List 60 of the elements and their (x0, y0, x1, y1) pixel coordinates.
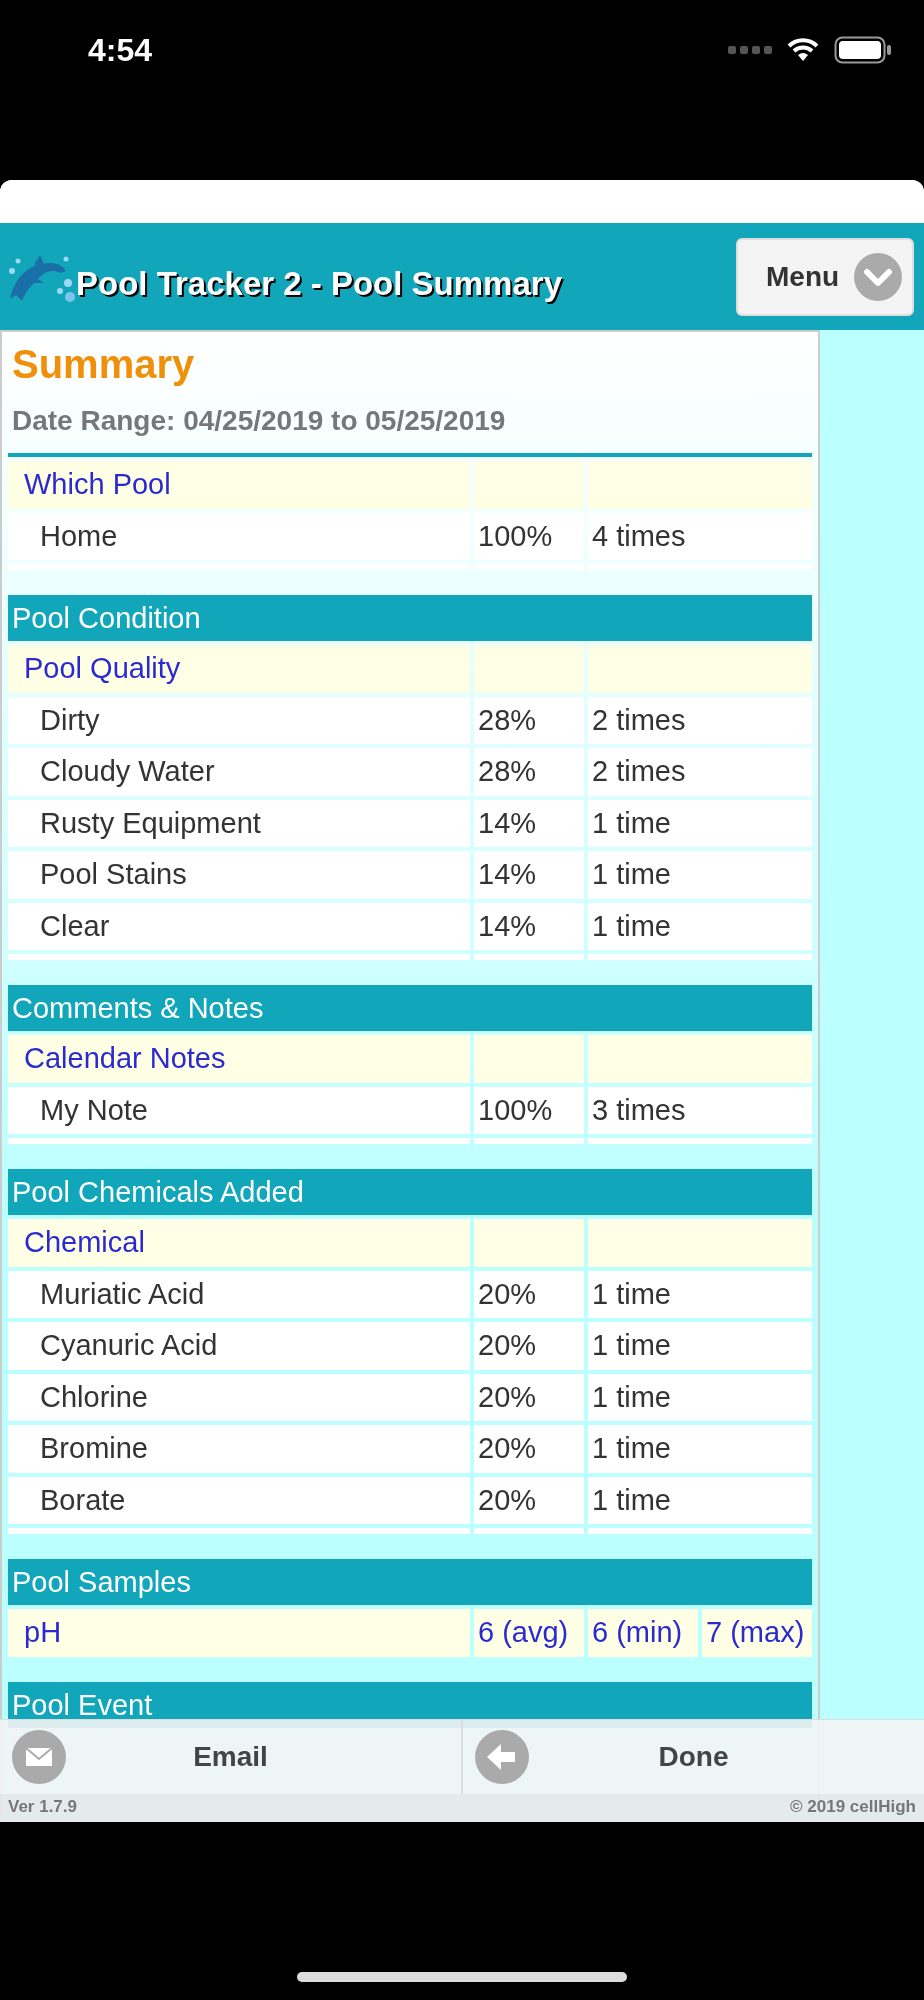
table-cell: Cloudy Water (8, 748, 470, 796)
copyright-text: © 2019 cellHigh (790, 1797, 916, 1818)
table-cell: Cyanuric Acid (8, 1322, 470, 1370)
table-cell: Muriatic Acid (8, 1270, 470, 1318)
summary-title: Summary (11, 342, 196, 387)
table-cell: 1 time (588, 1270, 812, 1318)
table-cell: 14% (474, 902, 584, 950)
date-range: Date Range: 04/25/2019 to 05/25/2019 (11, 404, 507, 438)
section-heading: Pool Samples (8, 1559, 812, 1605)
group-label: pH (8, 1609, 470, 1657)
table-cell: 3 times (588, 1086, 812, 1134)
section-heading: Comments & Notes (8, 985, 812, 1031)
table-cell: 20% (474, 1425, 584, 1473)
group-label: Which Pool (8, 461, 470, 509)
table-cell: 6 (avg) (474, 1609, 584, 1657)
table-cell: 28% (474, 748, 584, 796)
section-heading: Pool Chemicals Added (8, 1169, 812, 1215)
table-cell: 100% (474, 512, 584, 560)
table-cell: 20% (474, 1322, 584, 1370)
signal-icon (728, 45, 772, 55)
table-cell: 1 time (588, 851, 812, 899)
table-cell: Dirty (8, 696, 470, 744)
group-label: Calendar Notes (8, 1035, 470, 1083)
table-cell: 1 time (588, 902, 812, 950)
table-cell: Clear (8, 902, 470, 950)
table-cell: 1 time (588, 1476, 812, 1524)
table-cell: 1 time (588, 1373, 812, 1421)
table-cell: Home (8, 512, 470, 560)
table-cell: Bromine (8, 1425, 470, 1473)
table-cell: 20% (474, 1270, 584, 1318)
table-cell: 28% (474, 696, 584, 744)
table-cell: 1 time (588, 799, 812, 847)
table-cell: 14% (474, 799, 584, 847)
envelope-icon (12, 1730, 66, 1784)
chevron-down-icon (854, 252, 902, 301)
table-cell: 2 times (588, 748, 812, 796)
group-label: Pool Quality (8, 645, 470, 693)
table-cell: My Note (8, 1086, 470, 1134)
table-cell: Chlorine (8, 1373, 470, 1421)
page-title: Pool Tracker 2 - Pool Summary (76, 264, 563, 303)
table-cell: 100% (474, 1086, 584, 1134)
table-cell: 20% (474, 1476, 584, 1524)
table-cell: 14% (474, 851, 584, 899)
table-cell: 1 time (588, 1425, 812, 1473)
section-heading: Pool Condition (8, 595, 812, 641)
table-cell: 6 (min) (588, 1609, 698, 1657)
table-cell: Borate (8, 1476, 470, 1524)
table-cell: 7 (max) (702, 1609, 812, 1657)
table-cell: 2 times (588, 696, 812, 744)
version-text: Ver 1.7.9 (8, 1797, 77, 1818)
status-time: 4:54 (88, 31, 153, 69)
table-cell: 4 times (588, 512, 812, 560)
table-cell: Rusty Equipment (8, 799, 470, 847)
battery-icon (834, 36, 892, 64)
table-cell: 20% (474, 1373, 584, 1421)
wifi-icon (786, 37, 820, 63)
group-label: Chemical (8, 1219, 470, 1267)
table-cell: 1 time (588, 1322, 812, 1370)
table-cell: Pool Stains (8, 851, 470, 899)
menu-button[interactable]: Menu (736, 237, 914, 316)
